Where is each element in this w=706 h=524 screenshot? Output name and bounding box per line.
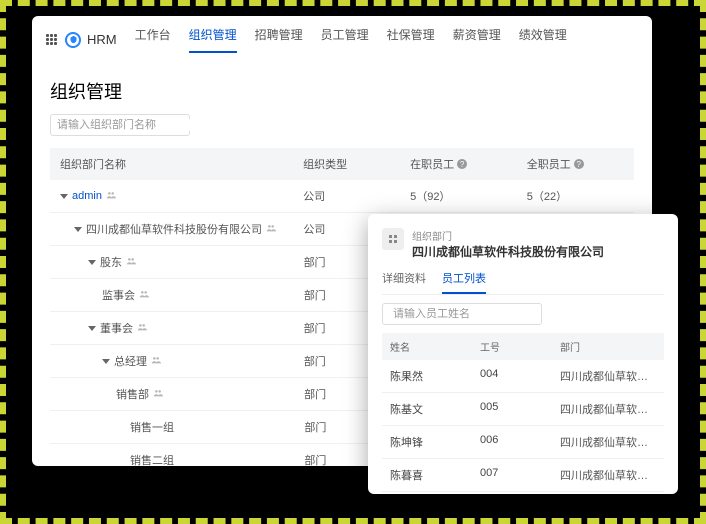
cell-full: 5（22） xyxy=(527,188,624,204)
nav-item[interactable]: 组织管理 xyxy=(189,26,237,53)
expand-caret-icon[interactable] xyxy=(60,194,68,199)
expand-caret-icon[interactable] xyxy=(88,326,96,331)
employee-search-input[interactable] xyxy=(393,308,535,320)
expand-caret-icon[interactable] xyxy=(74,227,82,232)
nav-item[interactable]: 员工管理 xyxy=(321,26,369,53)
cell-type: 公司 xyxy=(303,188,410,204)
header: HRM 工作台组织管理招聘管理员工管理社保管理薪资管理绩效管理 xyxy=(32,16,652,64)
employee-search-box[interactable] xyxy=(382,303,542,325)
people-icon xyxy=(153,388,163,401)
employee-dept: 四川成都仙草软件科... xyxy=(560,467,656,483)
employee-id: 005 xyxy=(480,401,560,417)
expand-caret-icon[interactable] xyxy=(102,359,110,364)
org-label: admin xyxy=(72,190,102,202)
cell-active: 5（92） xyxy=(410,188,527,204)
org-label: 销售部 xyxy=(116,386,149,402)
nav-item[interactable]: 社保管理 xyxy=(387,26,435,53)
org-icon xyxy=(382,228,404,250)
panel-table-body: 陈果然004四川成都仙草软件科...陈基文005四川成都仙草软件科...陈坤锋0… xyxy=(382,360,664,492)
org-name-cell[interactable]: 销售二组 xyxy=(60,452,304,466)
org-name-cell[interactable]: 董事会 xyxy=(60,320,304,336)
panel-header: 组织部门 四川成都仙草软件科技股份有限公司 xyxy=(382,228,664,260)
org-name-cell[interactable]: 销售一组 xyxy=(60,419,304,435)
col-header-type: 组织类型 xyxy=(303,156,410,172)
table-row[interactable]: admin 公司5（92）5（22） xyxy=(50,180,634,213)
employee-id: 004 xyxy=(480,368,560,384)
main-nav: 工作台组织管理招聘管理员工管理社保管理薪资管理绩效管理 xyxy=(135,26,567,53)
org-label: 董事会 xyxy=(100,320,133,336)
col-header-full: 全职员工? xyxy=(527,156,624,172)
people-icon xyxy=(151,355,161,368)
nav-item[interactable]: 薪资管理 xyxy=(453,26,501,53)
org-label: 股东 xyxy=(100,254,122,270)
employee-name: 陈果然 xyxy=(390,368,480,384)
org-name-cell[interactable]: 总经理 xyxy=(60,353,304,369)
org-name-cell[interactable]: 四川成都仙草软件科技股份有限公司 xyxy=(60,221,303,237)
employee-dept: 四川成都仙草软件科... xyxy=(560,434,656,450)
org-name-cell[interactable]: 监事会 xyxy=(60,287,304,303)
pcol-header-id: 工号 xyxy=(480,339,560,354)
pcol-header-name: 姓名 xyxy=(390,339,480,354)
org-search-box[interactable] xyxy=(50,114,190,136)
org-name-cell[interactable]: 股东 xyxy=(60,254,304,270)
panel-title: 四川成都仙草软件科技股份有限公司 xyxy=(412,243,604,260)
employee-row[interactable]: 陈基文005四川成都仙草软件科... xyxy=(382,393,664,426)
help-icon[interactable]: ? xyxy=(574,159,584,169)
app-name: HRM xyxy=(87,32,117,47)
table-header-row: 组织部门名称 组织类型 在职员工? 全职员工? xyxy=(50,148,634,180)
panel-table-header: 姓名 工号 部门 xyxy=(382,333,664,360)
employee-name: 陈基文 xyxy=(390,401,480,417)
org-label: 销售一组 xyxy=(130,419,174,435)
employee-id: 007 xyxy=(480,467,560,483)
pcol-header-dept: 部门 xyxy=(560,339,656,354)
expand-caret-icon[interactable] xyxy=(88,260,96,265)
panel-tabs: 详细资料员工列表 xyxy=(382,270,664,295)
employee-dept: 四川成都仙草软件科... xyxy=(560,401,656,417)
panel-tab[interactable]: 员工列表 xyxy=(442,270,486,294)
nav-item[interactable]: 绩效管理 xyxy=(519,26,567,53)
panel-tab[interactable]: 详细资料 xyxy=(382,270,426,294)
help-icon[interactable]: ? xyxy=(457,159,467,169)
app-logo-icon xyxy=(65,32,81,48)
nav-item[interactable]: 招聘管理 xyxy=(255,26,303,53)
employee-dept: 四川成都仙草软件科... xyxy=(560,368,656,384)
org-label: 四川成都仙草软件科技股份有限公司 xyxy=(86,221,262,237)
org-label: 总经理 xyxy=(114,353,147,369)
page-title: 组织管理 xyxy=(32,64,652,114)
nav-item[interactable]: 工作台 xyxy=(135,26,171,53)
org-search-input[interactable] xyxy=(57,119,199,131)
employee-row[interactable]: 陈暮喜007四川成都仙草软件科... xyxy=(382,459,664,492)
detail-panel: 组织部门 四川成都仙草软件科技股份有限公司 详细资料员工列表 姓名 工号 部门 … xyxy=(368,214,678,494)
employee-name: 陈坤锋 xyxy=(390,434,480,450)
org-name-cell[interactable]: admin xyxy=(60,188,303,204)
col-header-active: 在职员工? xyxy=(410,156,527,172)
org-label: 监事会 xyxy=(102,287,135,303)
employee-row[interactable]: 陈果然004四川成都仙草软件科... xyxy=(382,360,664,393)
people-icon xyxy=(126,256,136,269)
col-header-name: 组织部门名称 xyxy=(60,156,303,172)
employee-id: 006 xyxy=(480,434,560,450)
people-icon xyxy=(266,223,276,236)
apps-grid-icon[interactable] xyxy=(46,34,57,45)
employee-name: 陈暮喜 xyxy=(390,467,480,483)
org-name-cell[interactable]: 销售部 xyxy=(60,386,304,402)
people-icon xyxy=(106,190,116,203)
employee-row[interactable]: 陈坤锋006四川成都仙草软件科... xyxy=(382,426,664,459)
panel-breadcrumb: 组织部门 xyxy=(412,228,604,243)
people-icon xyxy=(137,322,147,335)
people-icon xyxy=(139,289,149,302)
org-label: 销售二组 xyxy=(130,452,174,466)
